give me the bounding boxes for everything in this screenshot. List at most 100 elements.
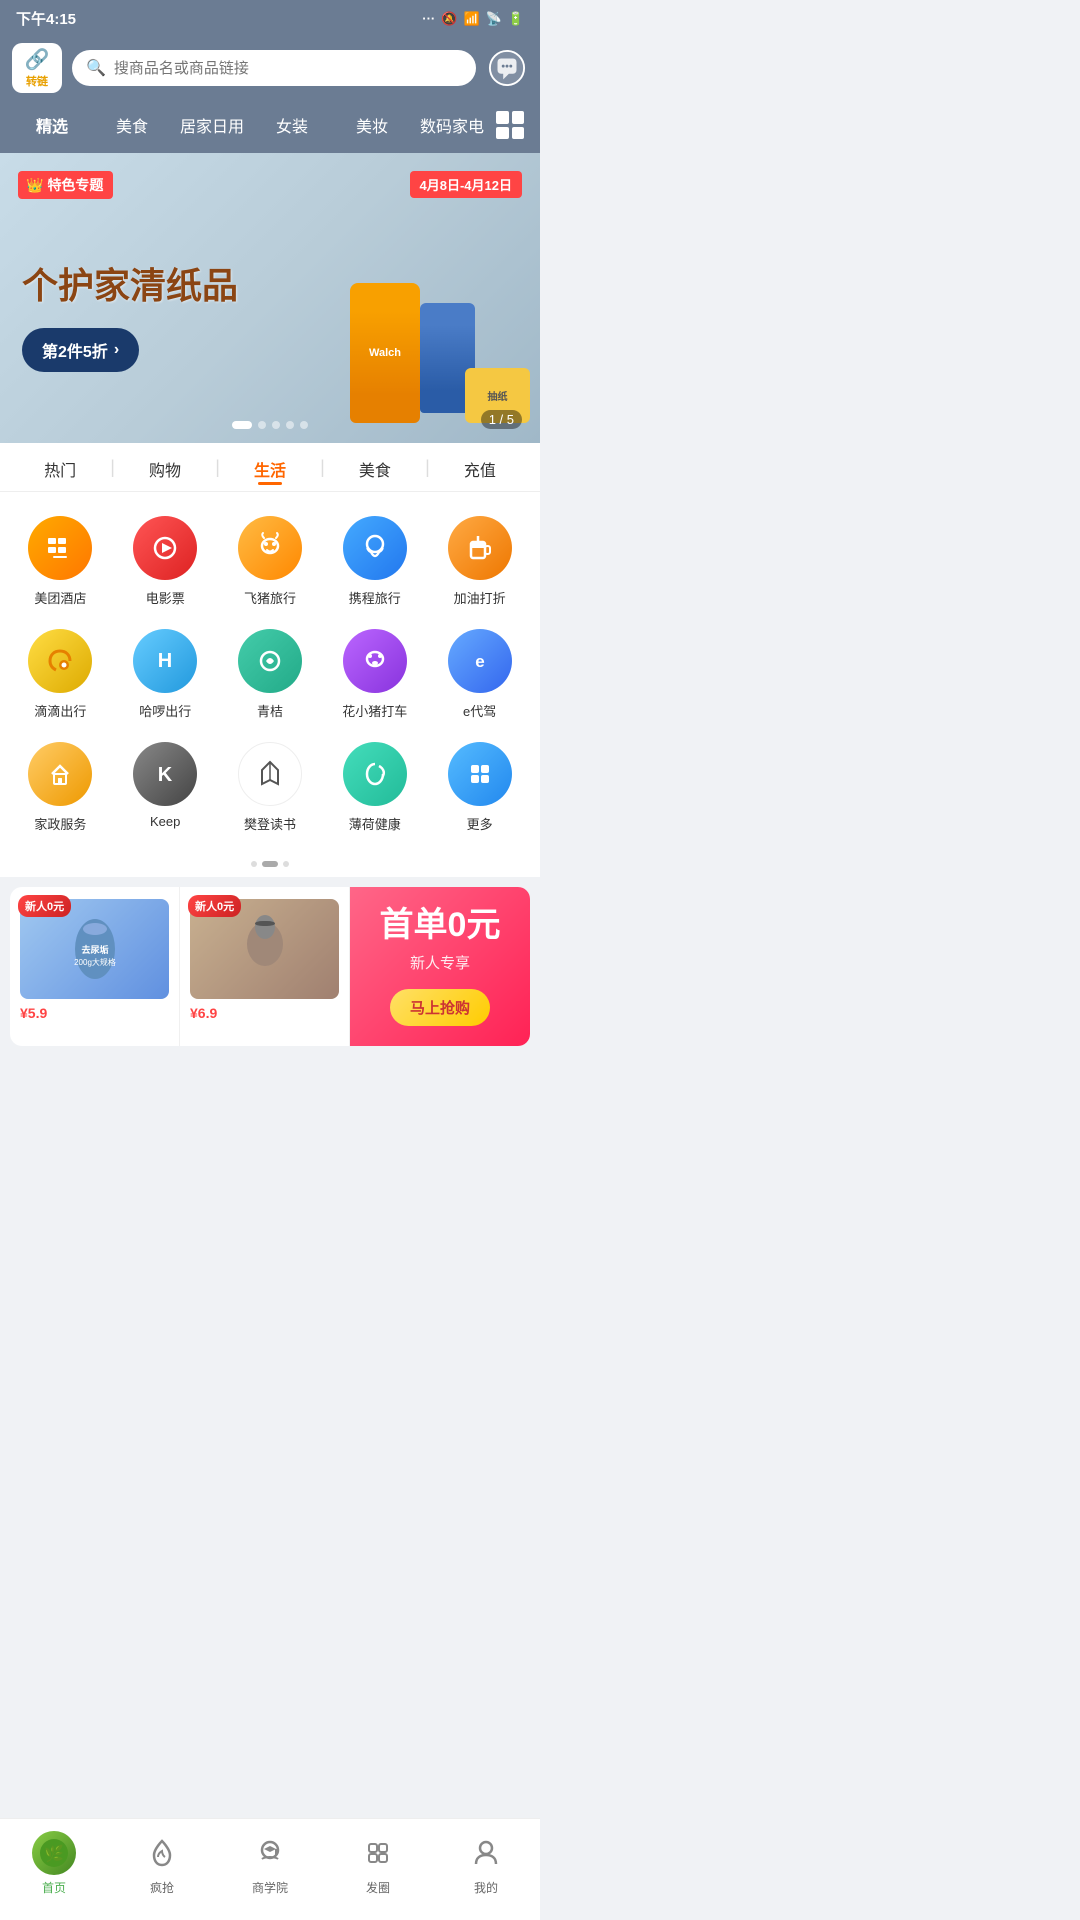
meituan-label: 美团酒店 <box>34 588 86 607</box>
banner-dot-3 <box>272 421 280 429</box>
status-time: 下午4:15 <box>16 8 76 29</box>
service-qingju[interactable]: 青桔 <box>218 621 323 734</box>
banner-date: 4月8日-4月12日 <box>410 171 522 198</box>
cat-tab-shopping[interactable]: 购物 <box>115 443 215 491</box>
cat-tab-recharge[interactable]: 充值 <box>430 443 530 491</box>
nav-tab-home[interactable]: 居家日用 <box>172 109 252 141</box>
nav-tab-digital[interactable]: 数码家电 <box>412 109 492 141</box>
promo-price-2: ¥6.9 <box>190 1005 339 1021</box>
banner[interactable]: 👑 特色专题 4月8日-4月12日 个护家清纸品 第2件5折 › Walch 抽… <box>0 153 540 443</box>
logo-box[interactable]: 🔗 转链 <box>12 43 62 93</box>
chat-icon[interactable] <box>486 47 528 89</box>
more-icon <box>448 742 512 806</box>
bottom-nav-moments-label: 发圈 <box>366 1879 390 1896</box>
nav-tab-selected[interactable]: 精选 <box>12 109 92 141</box>
promo-right-sub: 新人专享 <box>410 952 470 973</box>
cat-tab-life[interactable]: 生活 <box>220 443 320 491</box>
nav-tabs: 精选 美食 居家日用 女装 美妆 数码家电 <box>0 103 540 153</box>
crown-icon: 👑 <box>26 177 43 194</box>
didi-icon <box>28 629 92 693</box>
logo-label: 转链 <box>26 73 48 89</box>
mute-icon: 🔕 <box>441 11 457 27</box>
scroll-dots <box>0 855 540 877</box>
ctrip-label: 携程旅行 <box>349 588 401 607</box>
didi-label: 滴滴出行 <box>34 701 86 720</box>
promo-card-1[interactable]: 去尿垢 200g大规格 新人0元 ¥5.9 <box>10 887 180 1046</box>
bottom-nav-moments[interactable]: 发圈 <box>324 1827 432 1900</box>
search-icon: 🔍 <box>86 58 106 78</box>
nav-grid-icon[interactable] <box>492 107 528 143</box>
service-huaxiaozhu[interactable]: 花小猪打车 <box>322 621 427 734</box>
scroll-dot-2 <box>262 861 278 867</box>
nav-tab-fashion[interactable]: 女装 <box>252 109 332 141</box>
bottom-nav-academy[interactable]: 商学院 <box>216 1827 324 1900</box>
bottom-nav-rush-label: 疯抢 <box>150 1879 174 1896</box>
promo-price-1: ¥5.9 <box>20 1005 169 1021</box>
search-bar[interactable]: 🔍 <box>72 50 476 86</box>
nav-tab-beauty[interactable]: 美妆 <box>332 109 412 141</box>
banner-dots <box>232 421 308 429</box>
bottom-nav-academy-label: 商学院 <box>252 1879 288 1896</box>
header: 🔗 转链 🔍 <box>0 35 540 103</box>
promo-right-btn[interactable]: 马上抢购 <box>390 989 490 1026</box>
movie-label: 电影票 <box>146 588 185 607</box>
rush-icon <box>140 1831 184 1875</box>
service-meituan[interactable]: 美团酒店 <box>8 508 113 621</box>
banner-left: 个护家清纸品 第2件5折 › <box>0 204 320 391</box>
service-fandeng[interactable]: 樊登读书 <box>218 734 323 847</box>
more-label: 更多 <box>467 814 493 833</box>
wifi-icon: 📡 <box>486 11 502 27</box>
service-homeservice[interactable]: 家政服务 <box>8 734 113 847</box>
promo-right[interactable]: 首单0元 新人专享 马上抢购 <box>350 887 530 1046</box>
gas-icon <box>448 516 512 580</box>
banner-dot-5 <box>300 421 308 429</box>
fliggy-icon <box>238 516 302 580</box>
arrow-icon: › <box>114 341 119 359</box>
service-didi[interactable]: 滴滴出行 <box>8 621 113 734</box>
network-icon: 📶 <box>463 11 479 27</box>
cat-tab-hot[interactable]: 热门 <box>10 443 110 491</box>
bottom-nav-rush[interactable]: 疯抢 <box>108 1827 216 1900</box>
battery-icon: 🔋 <box>508 11 524 27</box>
service-gas[interactable]: 加油打折 <box>427 508 532 621</box>
bohe-label: 薄荷健康 <box>349 814 401 833</box>
banner-btn[interactable]: 第2件5折 › <box>22 328 139 372</box>
signal-icon: ··· <box>422 11 435 26</box>
ctrip-icon <box>343 516 407 580</box>
homeservice-label: 家政服务 <box>34 814 86 833</box>
bottom-nav-mine[interactable]: 我的 <box>432 1827 540 1900</box>
edaijia-icon: e <box>448 629 512 693</box>
gas-label: 加油打折 <box>454 588 506 607</box>
svg-text:e: e <box>475 652 484 671</box>
homeservice-icon <box>28 742 92 806</box>
banner-title: 个护家清纸品 <box>22 264 300 307</box>
category-tabs: 热门 | 购物 | 生活 | 美食 | 充值 <box>0 443 540 492</box>
service-bohe[interactable]: 薄荷健康 <box>322 734 427 847</box>
product-bottle-1: Walch <box>350 283 420 423</box>
hello-icon: H <box>133 629 197 693</box>
promo-card-2[interactable]: 新人0元 ¥6.9 <box>180 887 350 1046</box>
service-movie[interactable]: 电影票 <box>113 508 218 621</box>
bottom-nav-mine-label: 我的 <box>474 1879 498 1896</box>
promo-badge-1: 新人0元 <box>18 895 71 917</box>
nav-tab-food[interactable]: 美食 <box>92 109 172 141</box>
search-input[interactable] <box>114 60 462 77</box>
service-fliggy[interactable]: 飞猪旅行 <box>218 508 323 621</box>
banner-bg: 👑 特色专题 4月8日-4月12日 个护家清纸品 第2件5折 › Walch 抽… <box>0 153 540 443</box>
promo-section: 去尿垢 200g大规格 新人0元 ¥5.9 新人0元 ¥6.9 首单0元 新人专… <box>10 887 530 1046</box>
service-keep[interactable]: K Keep <box>113 734 218 847</box>
service-hello[interactable]: H 哈啰出行 <box>113 621 218 734</box>
cat-tab-food2[interactable]: 美食 <box>325 443 425 491</box>
bottom-nav-home[interactable]: 🌿 首页 <box>0 1827 108 1900</box>
service-edaijia[interactable]: e e代驾 <box>427 621 532 734</box>
fandeng-label: 樊登读书 <box>244 814 296 833</box>
svg-text:200g大规格: 200g大规格 <box>74 957 116 967</box>
service-more[interactable]: 更多 <box>427 734 532 847</box>
fliggy-label: 飞猪旅行 <box>244 588 296 607</box>
mine-icon <box>464 1831 508 1875</box>
movie-icon <box>133 516 197 580</box>
scroll-dot-1 <box>251 861 257 867</box>
huaxiaozhu-icon <box>343 629 407 693</box>
service-ctrip[interactable]: 携程旅行 <box>322 508 427 621</box>
service-grid: 美团酒店 电影票 飞猪旅行 携程旅行 加油打折 滴滴出行 H <box>0 492 540 855</box>
